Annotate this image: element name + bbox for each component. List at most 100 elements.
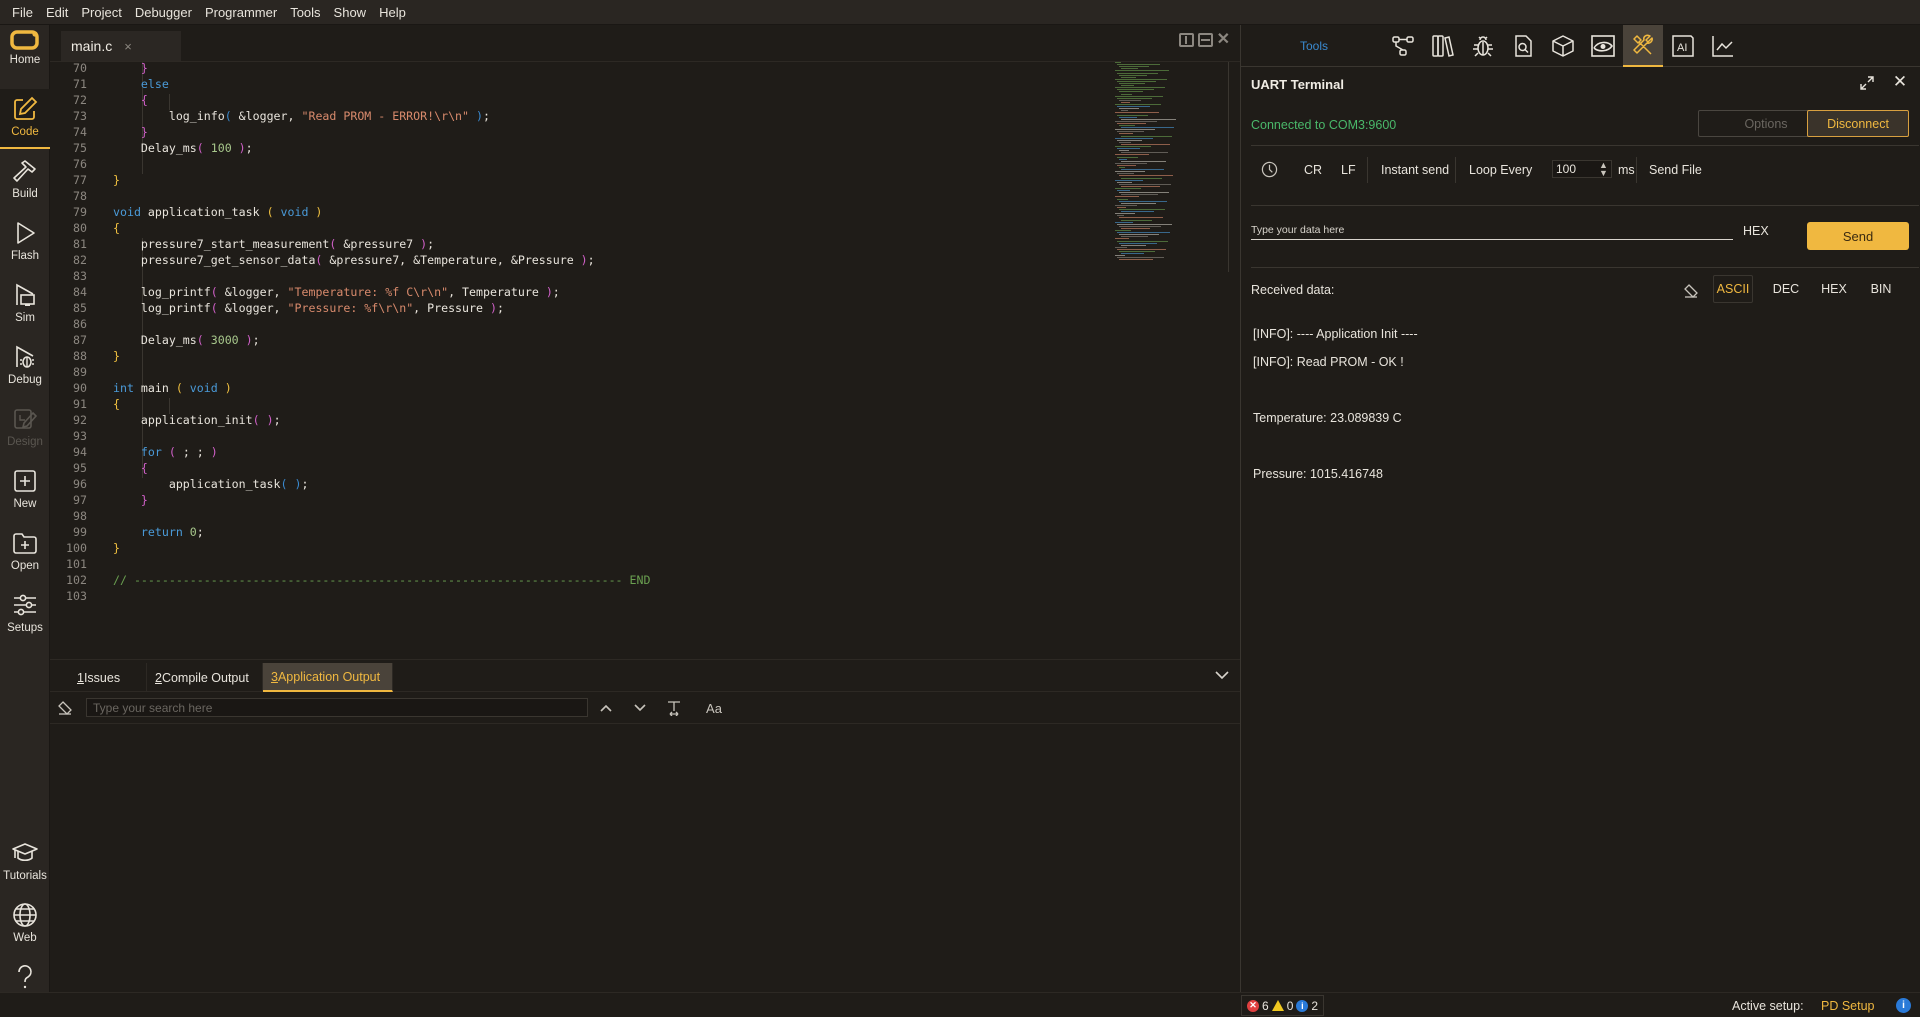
minimap[interactable]	[1113, 62, 1193, 272]
sidebar-item-build[interactable]: Build	[0, 151, 50, 211]
disconnect-button[interactable]: Disconnect	[1807, 110, 1909, 137]
menu-debugger[interactable]: Debugger	[134, 3, 193, 22]
format-bin[interactable]: BIN	[1861, 275, 1901, 303]
minimap-line	[1117, 223, 1172, 225]
format-dec[interactable]: DEC	[1766, 275, 1806, 303]
tool-view[interactable]	[1583, 25, 1623, 67]
tab-application-output[interactable]: 3 Application Output	[263, 663, 393, 692]
tool-hierarchy[interactable]	[1383, 25, 1423, 67]
search-prev-icon[interactable]	[597, 699, 615, 717]
chevron-down-icon[interactable]	[1214, 667, 1230, 683]
clear-received-icon[interactable]	[1683, 283, 1699, 299]
sidebar-item-setups[interactable]: Setups	[0, 585, 50, 645]
sliders-icon	[14, 594, 36, 616]
code-token: 3000	[203, 333, 239, 347]
send-file-button[interactable]: Send File	[1649, 163, 1702, 177]
uart-data-input[interactable]	[1251, 220, 1733, 240]
code-text: log_info( &logger, "Read PROM - ERROR!\r…	[113, 108, 490, 124]
sidebar-item-home[interactable]: Home	[0, 25, 50, 77]
minimap-line	[1119, 158, 1127, 160]
line-number: 72	[73, 93, 87, 107]
send-button[interactable]: Send	[1807, 222, 1909, 250]
tab-main-c[interactable]: main.c ×	[61, 31, 181, 61]
code-token: &logger,	[217, 285, 288, 299]
code-text: }	[113, 492, 148, 508]
sidebar-item-flash[interactable]: Flash	[0, 213, 50, 273]
instant-send-toggle[interactable]: Instant send	[1381, 163, 1449, 177]
minimap-line	[1115, 146, 1151, 147]
menu-programmer[interactable]: Programmer	[204, 3, 278, 22]
hex-toggle[interactable]: HEX	[1743, 224, 1769, 238]
code-token: ;	[427, 237, 435, 251]
code-token: ;	[496, 301, 504, 315]
tab-close-icon[interactable]: ×	[124, 39, 132, 54]
code-line: 70 }	[50, 62, 1110, 76]
clock-icon[interactable]	[1261, 161, 1278, 178]
sidebar-label: Open	[10, 560, 40, 572]
application-output-area[interactable]	[50, 724, 1240, 992]
minimap-line	[1117, 72, 1158, 74]
cr-toggle[interactable]: CR	[1304, 163, 1322, 177]
tool-ai[interactable]: AI	[1663, 25, 1703, 67]
code-line: 89	[50, 364, 1110, 380]
editor-actions: ✕	[1178, 32, 1230, 48]
tool-libraries[interactable]	[1423, 25, 1463, 67]
sidebar-item-tutorials[interactable]: Tutorials	[0, 833, 50, 893]
sidebar-item-sim[interactable]: Sim	[0, 275, 50, 335]
tool-debug[interactable]	[1463, 25, 1503, 67]
loop-every-toggle[interactable]: Loop Every	[1469, 163, 1532, 177]
menu-file[interactable]: File	[11, 3, 34, 22]
eraser-icon[interactable]	[57, 700, 73, 716]
tool-file-search[interactable]	[1503, 25, 1543, 67]
close-editor-icon[interactable]: ✕	[1217, 32, 1230, 48]
active-setup-value[interactable]: PD Setup	[1821, 999, 1875, 1013]
tool-packages[interactable]	[1543, 25, 1583, 67]
match-case-button[interactable]: Aa	[703, 699, 725, 717]
minimap-line	[1121, 143, 1170, 145]
sidebar-item-design[interactable]: Design	[0, 399, 50, 459]
output-search-input[interactable]	[86, 698, 588, 717]
format-hex[interactable]: HEX	[1814, 275, 1854, 303]
line-number: 94	[73, 445, 87, 459]
code-line: 83	[50, 268, 1110, 284]
sidebar-item-new[interactable]: New	[0, 461, 50, 521]
sidebar-item-code[interactable]: Code	[0, 89, 50, 149]
minimap-scrollbar[interactable]	[1228, 62, 1229, 272]
menu-show[interactable]: Show	[333, 3, 368, 22]
loop-interval-stepper[interactable]: ▲ ▼	[1599, 161, 1608, 178]
tool-chart[interactable]	[1703, 25, 1743, 67]
tools-label[interactable]: Tools	[1300, 39, 1328, 53]
code-token: )	[259, 413, 274, 427]
code-line: 86	[50, 316, 1110, 332]
issues-summary[interactable]: ✕ 6 0 i 2	[1241, 995, 1325, 1016]
info-icon[interactable]: i	[1896, 998, 1911, 1013]
code-token: (	[161, 445, 183, 459]
line-number: 76	[73, 157, 87, 171]
tab-compile-output[interactable]: 2 Compile Output	[147, 663, 263, 692]
sidebar-item-debug[interactable]: Debug	[0, 337, 50, 397]
line-number: 84	[73, 285, 87, 299]
tab-issues[interactable]: 1 Issues	[69, 663, 147, 692]
menu-tools[interactable]: Tools	[289, 3, 321, 22]
sidebar-item-open[interactable]: Open	[0, 523, 50, 583]
code-editor[interactable]: 70 } 71 else 72 {73 log_info( &logger, "Re…	[50, 62, 1240, 658]
split-horizontal-icon[interactable]	[1197, 33, 1213, 47]
lf-toggle[interactable]: LF	[1341, 163, 1356, 177]
sidebar-item-web[interactable]: Web	[0, 895, 50, 955]
code-line: 78	[50, 188, 1110, 204]
format-ascii[interactable]: ASCII	[1713, 275, 1753, 303]
menu-edit[interactable]: Edit	[45, 3, 69, 22]
split-vertical-icon[interactable]	[1178, 33, 1194, 47]
code-text: }	[113, 172, 120, 188]
minimap-line	[1119, 251, 1155, 252]
expand-icon[interactable]	[1858, 74, 1876, 92]
minimap-line	[1121, 244, 1146, 246]
word-wrap-icon[interactable]	[665, 699, 683, 717]
close-icon[interactable]: ✕	[1891, 73, 1909, 91]
menu-project[interactable]: Project	[80, 3, 122, 22]
minimap-line	[1119, 91, 1143, 93]
tool-uart-terminal[interactable]	[1623, 25, 1663, 67]
search-next-icon[interactable]	[631, 699, 649, 717]
minimap-line	[1117, 240, 1168, 242]
menu-help[interactable]: Help	[378, 3, 407, 22]
